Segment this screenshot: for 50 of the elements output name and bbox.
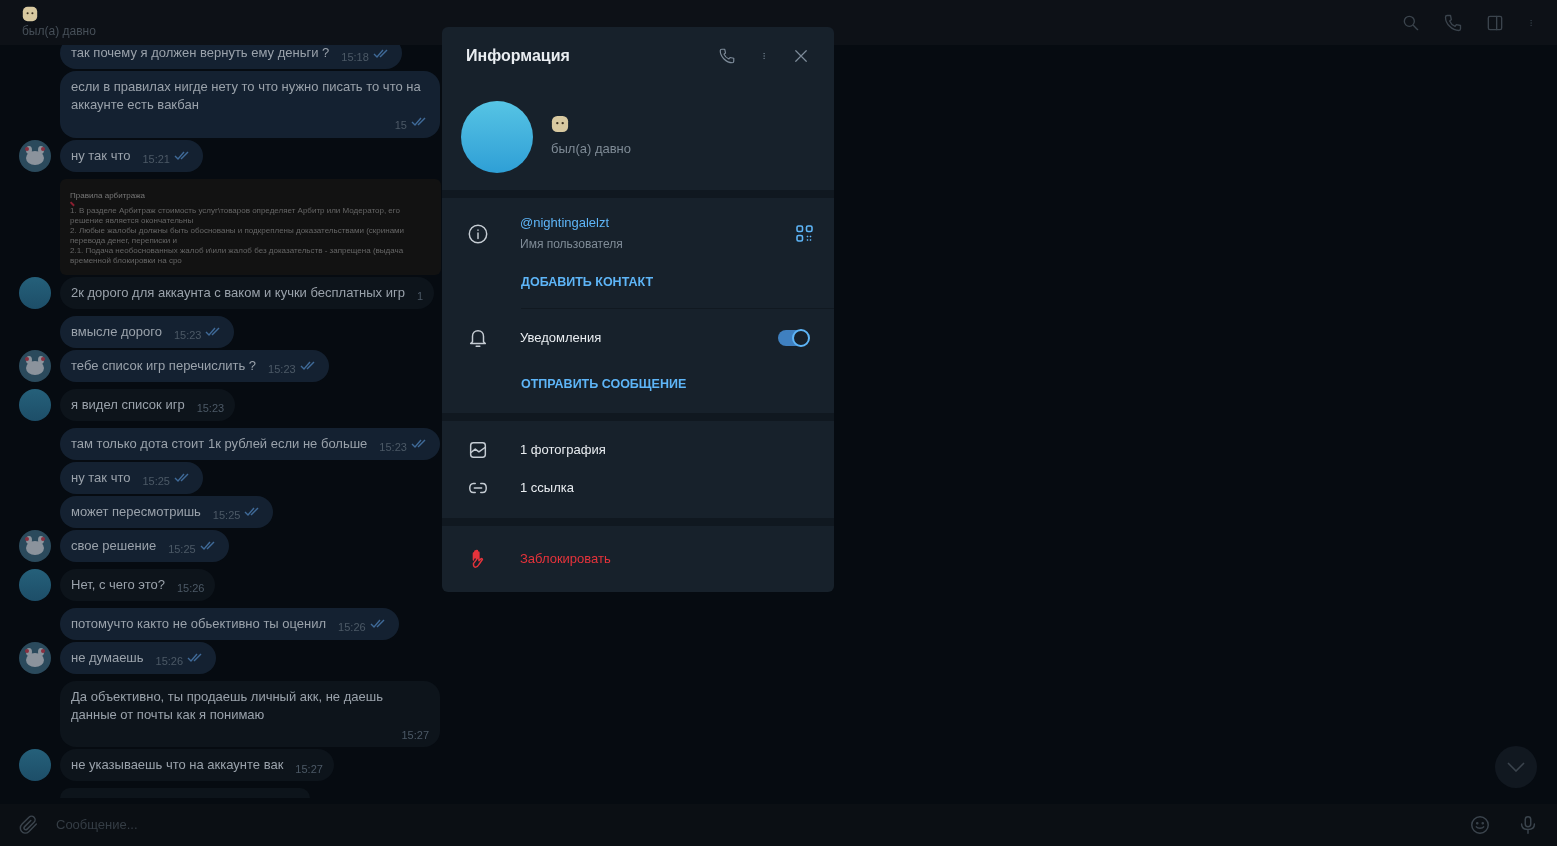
phone-icon[interactable] (718, 46, 736, 65)
message-text: тебе список игр перечислить ? (71, 356, 257, 375)
message-text: свое решение (71, 536, 157, 555)
message-text: ну так что (71, 468, 131, 487)
message-text: потомучто както не обьективно ты оценил (71, 614, 327, 633)
profile-name-emoji-icon (551, 114, 569, 133)
message-time: 15:25 (212, 508, 241, 523)
media-row[interactable]: 1 ссылка (442, 476, 834, 499)
message-text: 2к дорого для аккаунта с ваком и кучки бесплатных игр (71, 283, 405, 302)
message-time: 1 (416, 289, 424, 304)
document-line: 1. В разделе Арбитраж стоимость услуг\товаров определяет Арбитр или Модератор, его решение является окончательны (70, 206, 401, 226)
username-caption: Имя пользователя (520, 236, 624, 253)
info-icon[interactable] (467, 222, 489, 245)
document-line: 2.1. Подача необоснованных жалоб и\или жалоб без доказательств - запрещена (выдача временной блокировки на сро (70, 246, 405, 266)
media-label: 1 ссылка (520, 478, 574, 497)
notifications-label: Уведомления (520, 329, 603, 347)
message-text: вмысле дорого (71, 322, 162, 341)
message-text: Да объективно, ты продаешь личный акк, не даешь данные от почты как я понимаю (71, 687, 384, 724)
message-text: не думаешь (71, 648, 144, 667)
message-time: 15:23 (196, 401, 225, 416)
dialog-title: Информация (466, 45, 571, 66)
notifications-toggle[interactable] (778, 329, 809, 346)
message-time: 15:27 (295, 761, 323, 777)
message-time: 15:26 (176, 581, 205, 596)
chevron-down-icon (1507, 762, 1525, 772)
message-text: ну так что (71, 146, 131, 165)
message-text: там только дота стоит 1к рублей если не больше (71, 434, 368, 453)
message-text: я видел список игр (71, 395, 185, 414)
add-contact-button[interactable]: ДОБАВИТЬ КОНТАКТ (521, 273, 654, 292)
chat-status: был(а) давно (22, 22, 96, 40)
message-text: может пересмотришь (71, 502, 201, 521)
send-message-button[interactable]: ОТПРАВИТЬ СООБЩЕНИЕ (521, 374, 687, 394)
message-time: 15:27 (401, 727, 429, 743)
message-text: так почему я должен вернуть ему деньги ? (71, 45, 330, 62)
chat-name-emoji-icon (22, 5, 38, 22)
message-text: не указываешь что на аккаунте вак (71, 756, 284, 774)
qr-code-icon[interactable] (796, 225, 813, 242)
media-row[interactable]: 1 фотография (442, 438, 834, 461)
message-time: 15:23 (268, 362, 296, 377)
message-text: если в правилах нигде нету то что нужно писать то что на аккаунте есть вакбан (71, 78, 422, 114)
annotation-mark-icon (70, 200, 75, 206)
profile-status: был(а) давно (551, 139, 631, 158)
block-button[interactable]: Заблокировать (520, 548, 611, 569)
username-link[interactable]: @nightingalelzt (520, 214, 796, 232)
media-label: 1 фотография (520, 440, 606, 459)
message-time: 15:23 (173, 328, 202, 343)
message-text: Нет, с чего это? (71, 575, 165, 594)
document-line: 2. Любые жалобы должны быть обоснованы и подкреплены доказательствами (скринами перевода денег, переписки и (70, 226, 406, 246)
message-time: 15:23 (379, 440, 407, 455)
document-title: Правила арбитража (70, 190, 146, 201)
